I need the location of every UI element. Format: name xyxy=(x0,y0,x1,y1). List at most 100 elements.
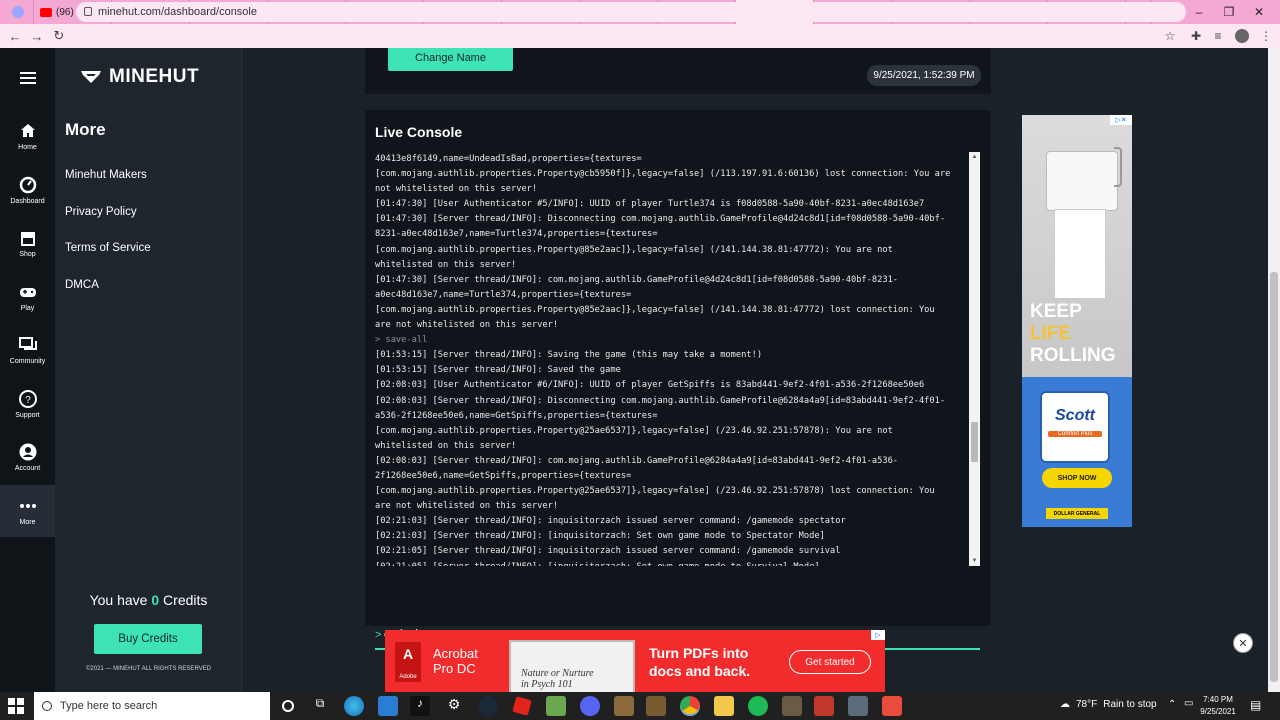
link-dmca[interactable]: DMCA xyxy=(65,279,99,291)
block-app-icon[interactable] xyxy=(614,696,634,716)
console-line: 8231-a0ec48d163e7,name=Turtle374,propert… xyxy=(375,229,658,240)
taskbar-clock[interactable]: 7:40 PM 9/25/2021 xyxy=(1196,694,1240,718)
back-button[interactable]: ← xyxy=(4,25,26,47)
ad-product-1: Acrobat xyxy=(433,646,478,661)
rail-item-shop[interactable]: Shop xyxy=(0,217,55,269)
extensions-icon[interactable]: ✚ xyxy=(1186,26,1206,46)
close-window-button[interactable]: ✕ xyxy=(1244,0,1274,24)
rail-item-dashboard[interactable]: Dashboard xyxy=(0,164,55,216)
tiktok-icon[interactable]: ♪ xyxy=(410,696,430,716)
windows-taskbar: Type here to search ⧉ ♪ ⚙ ☁ 78°F Rain to… xyxy=(0,692,1280,720)
console-line: [com.mojang.authlib.properties.Property@… xyxy=(375,169,951,180)
reload-button[interactable]: ↻ xyxy=(48,25,70,47)
copyright: ©2021 — MINEHUT ALL RIGHTS RESERVED xyxy=(85,666,211,672)
page-scrollbar[interactable] xyxy=(1268,48,1280,692)
hamburger-menu-icon[interactable] xyxy=(0,52,55,104)
console-scroll-thumb[interactable] xyxy=(971,422,978,462)
url-field[interactable]: minehut.com/dashboard/console xyxy=(76,2,1186,22)
credits-suffix: Credits xyxy=(163,592,208,608)
block-app-icon[interactable] xyxy=(782,696,802,716)
buy-credits-button[interactable]: Buy Credits xyxy=(94,624,202,654)
rail-item-play[interactable]: Play xyxy=(0,271,55,323)
link-minehut-makers[interactable]: Minehut Makers xyxy=(65,169,147,181)
rail-item-label: Play xyxy=(20,304,35,312)
rail-item-support[interactable]: ? Support xyxy=(0,378,55,430)
calculator-icon[interactable] xyxy=(848,696,868,716)
shop-now-button[interactable]: SHOP NOW xyxy=(1042,468,1112,488)
rail-item-label: Home xyxy=(18,144,37,151)
minimize-button[interactable]: – xyxy=(1184,0,1214,24)
tray-chevron-icon[interactable]: ⌃ xyxy=(1168,699,1176,710)
link-privacy-policy[interactable]: Privacy Policy xyxy=(65,206,137,218)
url-text: minehut.com/dashboard/console xyxy=(98,6,257,18)
recorder-icon[interactable] xyxy=(882,696,902,716)
console-line: [com.mojang.authlib.properties.Property@… xyxy=(375,244,893,255)
account-icon xyxy=(19,443,36,461)
minecraft-icon[interactable] xyxy=(546,696,566,716)
chrome-icon[interactable] xyxy=(680,696,700,716)
maximize-button[interactable]: ❐ xyxy=(1214,0,1244,24)
tab-favicon-icon xyxy=(40,7,52,17)
paper-roll-image xyxy=(1042,147,1122,299)
rail-item-community[interactable]: Community xyxy=(0,324,55,376)
mail-icon[interactable] xyxy=(378,696,398,716)
logo-text: MINEHUT xyxy=(109,66,200,87)
edge-icon[interactable] xyxy=(344,696,364,716)
change-name-button[interactable]: Change Name xyxy=(388,48,513,71)
console-line: [02:21:03] [Server thread/INFO]: inquisi… xyxy=(375,516,846,527)
block-app-icon[interactable] xyxy=(646,696,666,716)
minehut-logo-icon xyxy=(81,71,101,83)
bottom-advertisement[interactable]: A Adobe Acrobat Pro DC Nature or Nurture… xyxy=(385,630,885,692)
discord-icon[interactable] xyxy=(580,696,600,716)
minehut-logo[interactable]: MINEHUT xyxy=(79,66,199,88)
scroll-down-icon[interactable]: ▼ xyxy=(969,556,980,566)
console-log[interactable]: 40413e8f6149,name=UndeadIsBad,properties… xyxy=(375,152,969,566)
browser-profile[interactable] xyxy=(0,0,34,24)
console-line: [com.mojang.authlib.properties.Property@… xyxy=(375,425,893,436)
console-line: 2f1268ee50e6,name=GetSpiffs,properties={… xyxy=(375,470,632,481)
task-view-icon[interactable]: ⧉ xyxy=(310,696,330,716)
steam-icon[interactable] xyxy=(478,696,498,716)
side-advertisement[interactable]: KEEP LIFE ROLLING Scott Comfort Plus SHO… xyxy=(1022,115,1132,527)
game-app-icon[interactable] xyxy=(814,696,834,716)
shop-icon xyxy=(20,232,35,246)
weather-widget[interactable]: ☁ 78°F Rain to stop xyxy=(1060,699,1157,710)
rail-item-account[interactable]: Account xyxy=(0,431,55,483)
adchoices-icon[interactable]: ▷ xyxy=(871,630,885,640)
ad-product-2: Pro DC xyxy=(433,661,476,676)
media-icon[interactable]: ≡ xyxy=(1208,26,1228,46)
link-terms-of-service[interactable]: Terms of Service xyxy=(65,242,151,254)
section-title: More xyxy=(65,120,106,139)
console-scrollbar[interactable]: ▲ ▼ xyxy=(969,152,980,566)
kebab-menu-icon[interactable]: ⋮ xyxy=(1256,26,1276,46)
get-started-button[interactable]: Get started xyxy=(789,650,871,674)
adchoices-icon[interactable]: ▷✕ xyxy=(1110,115,1132,125)
rail-item-label: Account xyxy=(14,465,41,472)
cortana-icon[interactable] xyxy=(278,696,298,716)
search-placeholder: Type here to search xyxy=(60,700,158,712)
dashboard-icon xyxy=(19,176,36,193)
forward-button[interactable]: → xyxy=(26,25,48,47)
profile-avatar[interactable] xyxy=(1232,26,1252,46)
taskbar-search[interactable]: Type here to search xyxy=(34,692,270,720)
roblox-icon[interactable] xyxy=(512,696,532,716)
clock-time: 7:40 PM xyxy=(1203,695,1233,704)
close-ad-button[interactable]: ✕ xyxy=(1233,633,1253,653)
file-explorer-icon[interactable] xyxy=(714,696,734,716)
retailer-label: DOLLAR GENERAL xyxy=(1046,508,1108,519)
network-icon[interactable]: ▭ xyxy=(1184,698,1193,709)
rail-item-more[interactable]: More xyxy=(0,484,55,537)
windows-start-icon[interactable] xyxy=(8,698,24,719)
scroll-up-icon[interactable]: ▲ xyxy=(969,152,980,162)
ad-tagline-2: docs and back. xyxy=(649,663,751,679)
settings-gear-icon[interactable]: ⚙ xyxy=(444,696,464,716)
bookmark-star-icon[interactable]: ☆ xyxy=(1160,26,1180,46)
console-line: [com.mojang.authlib.properties.Property@… xyxy=(375,486,935,497)
console-line: whitelisted on this server! xyxy=(375,440,517,451)
credits-balance: You have 0 Credits xyxy=(55,592,242,608)
notifications-icon[interactable]: ▤ xyxy=(1250,698,1261,712)
console-line: not whitelisted on this server! xyxy=(375,184,538,195)
page-scroll-thumb[interactable] xyxy=(1270,272,1278,682)
spotify-icon[interactable] xyxy=(748,696,768,716)
rail-item-home[interactable]: Home xyxy=(0,110,55,162)
